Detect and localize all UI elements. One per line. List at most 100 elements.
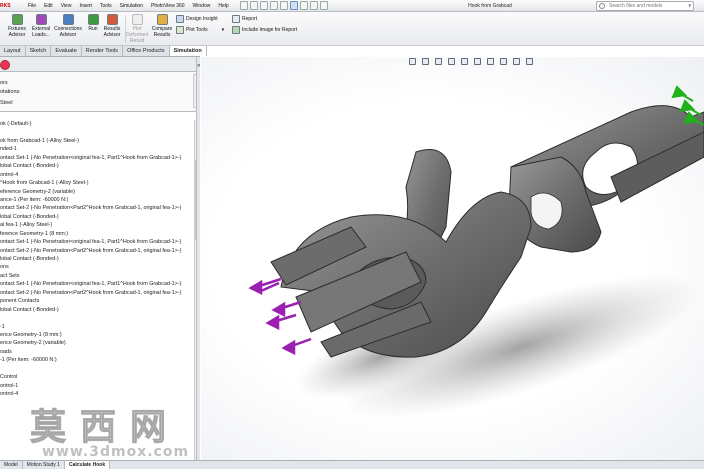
menu-photoview[interactable]: PhotoView 360 [147, 0, 189, 12]
tree-node[interactable]: ontact Set-1 (-No Penetration<original f… [0, 280, 199, 288]
search-box[interactable]: ▾ [596, 1, 694, 11]
model-viewport[interactable] [201, 57, 704, 460]
tree-node[interactable]: ontrol-4 [0, 390, 199, 398]
collapse-panel-icon[interactable]: » [197, 63, 200, 69]
options-icon[interactable] [320, 1, 328, 10]
run-button[interactable]: Run [85, 14, 101, 44]
tree-node[interactable]: ponent Contacts [0, 297, 199, 305]
menu-edit[interactable]: Edit [40, 0, 57, 12]
rebuild-icon[interactable] [300, 1, 308, 10]
tree-node[interactable]: ontact Set-2 (-No Penetration<Part2^Hook… [0, 204, 199, 212]
search-dropdown-icon[interactable]: ▾ [688, 3, 691, 9]
view-settings-icon[interactable] [526, 58, 533, 65]
tab-office-products[interactable]: Office Products [123, 46, 170, 56]
select-icon[interactable] [290, 1, 298, 10]
tree-node[interactable]: ontact Set-2 (-No Penetration<Part2^Hook… [0, 289, 199, 297]
tab-render-tools[interactable]: Render Tools [82, 46, 124, 56]
plot-deformed-result-button[interactable]: Plot Deformed Result [126, 14, 148, 44]
save-icon[interactable] [260, 1, 268, 10]
tree-node[interactable]: ^Hook from Grabcad-1 (-Alloy Steel-) [0, 179, 199, 187]
print-icon[interactable] [270, 1, 278, 10]
tab-calculate-hook[interactable]: Calculate Hook [64, 461, 111, 469]
tree-node[interactable]: act Sets [0, 272, 199, 280]
filter-row[interactable]: Steel [0, 100, 13, 106]
graphics-area[interactable] [201, 57, 704, 460]
tree-node[interactable]: lobal Contact (-Bonded-) [0, 213, 199, 221]
tree-node[interactable]: nded-1 [0, 145, 199, 153]
menu-insert[interactable]: Insert [75, 0, 96, 12]
include-image-button[interactable]: Include Image for Report [232, 25, 297, 35]
tree-node[interactable]: ference Geometry-1 (8 mm:) [0, 230, 199, 238]
panel-tabs [0, 57, 199, 72]
tab-evaluate[interactable]: Evaluate [51, 46, 82, 56]
simulation-manager-icon[interactable] [0, 60, 10, 70]
menu-file[interactable]: File [24, 0, 40, 12]
zoom-to-area-icon[interactable] [422, 58, 429, 65]
tree-node[interactable]: lobal Contact (-Bonded-) [0, 306, 199, 314]
hide-show-items-icon[interactable] [487, 58, 494, 65]
tree-node[interactable]: al fea-1 (-Alloy Steel-) [0, 221, 199, 229]
connections-advisor-button[interactable]: Connections Advisor [53, 14, 83, 44]
panel-splitter[interactable]: » [196, 57, 200, 462]
menu-help[interactable]: Help [214, 0, 232, 12]
section-view-icon[interactable] [448, 58, 455, 65]
tree-node[interactable]: ence Geometry-1 (8 mm:) [0, 331, 199, 339]
tab-layout[interactable]: Layout [0, 46, 26, 56]
compare-results-button[interactable]: Compare Results [150, 14, 174, 44]
tree-node[interactable]: ontact Set-1 (-No Penetration<original f… [0, 154, 199, 162]
tree-node[interactable]: oads [0, 348, 199, 356]
tree-node[interactable]: ok (-Default-) [0, 120, 199, 128]
external-loads-button[interactable]: External Loads... [30, 14, 52, 44]
tree-node[interactable]: ontact Set-1 (-No Penetration<original f… [0, 238, 199, 246]
tree-node[interactable]: -1 [0, 323, 199, 331]
search-input[interactable] [609, 2, 679, 10]
view-orientation-icon[interactable] [461, 58, 468, 65]
tree-node[interactable] [0, 128, 199, 136]
menu-view[interactable]: View [57, 0, 76, 12]
model-tabs: Model Motion Study 1 Calculate Hook [0, 460, 704, 469]
tree-node[interactable] [0, 365, 199, 373]
previous-view-icon[interactable] [435, 58, 442, 65]
plot-tools-dropdown-icon[interactable]: ▾ [222, 27, 225, 33]
tree-node[interactable]: ontrol-4 [0, 171, 199, 179]
simulation-study-tree-panel: ors otations: Steel ok (-Default-) ok fr… [0, 57, 200, 462]
tree-node[interactable]: ence Geometry-2 (variable) [0, 339, 199, 347]
tab-simulation[interactable]: Simulation [169, 46, 207, 56]
tree-node[interactable]: lobal Contact (-Bonded-) [0, 162, 199, 170]
tree-node[interactable]: -1 (Per item: -60000 N:) [0, 356, 199, 364]
menu-window[interactable]: Window [189, 0, 215, 12]
tree-node[interactable]: ontrol-1 [0, 382, 199, 390]
tab-motion-study[interactable]: Motion Study 1 [23, 461, 65, 469]
undo-icon[interactable] [280, 1, 288, 10]
tab-sketch[interactable]: Sketch [26, 46, 52, 56]
menu-simulation[interactable]: Simulation [116, 0, 147, 12]
apply-scene-icon[interactable] [513, 58, 520, 65]
tree-node[interactable]: eference Geometry-2 (variable) [0, 188, 199, 196]
plot-tools-button[interactable]: Plot Tools ▾ [176, 25, 224, 35]
menu-tools[interactable]: Tools [96, 0, 116, 12]
design-insight-button[interactable]: Design Insight [176, 14, 218, 24]
display-style-icon[interactable] [474, 58, 481, 65]
tree-node[interactable] [0, 314, 199, 322]
file-properties-icon[interactable] [310, 1, 318, 10]
tree-node[interactable]: ok from Grabcad-1 (-Alloy Steel-) [0, 137, 199, 145]
plot-tools-icon [176, 26, 184, 34]
open-icon[interactable] [250, 1, 258, 10]
filter-row[interactable]: ors [0, 80, 8, 86]
filter-row[interactable]: otations: [0, 89, 21, 95]
tab-model[interactable]: Model [0, 461, 23, 469]
tree-node[interactable]: Control [0, 373, 199, 381]
tree-node[interactable]: lobal Contact (-Bonded-) [0, 255, 199, 263]
design-insight-icon [176, 15, 184, 23]
zoom-to-fit-icon[interactable] [409, 58, 416, 65]
tree-node[interactable]: ance-1 (Per item: -60000 N:) [0, 196, 199, 204]
quick-access-toolbar [240, 1, 328, 10]
tree-node[interactable]: ontact Set-2 (-No Penetration<Part2^Hook… [0, 247, 199, 255]
report-button[interactable]: Report [232, 14, 257, 24]
edit-appearance-icon[interactable] [500, 58, 507, 65]
new-icon[interactable] [240, 1, 248, 10]
fixtures-advisor-button[interactable]: Fixtures Advisor [4, 14, 30, 44]
plot-deformed-icon [131, 14, 143, 25]
tree-node[interactable]: ons [0, 263, 199, 271]
results-advisor-button[interactable]: Results Advisor [101, 14, 123, 44]
